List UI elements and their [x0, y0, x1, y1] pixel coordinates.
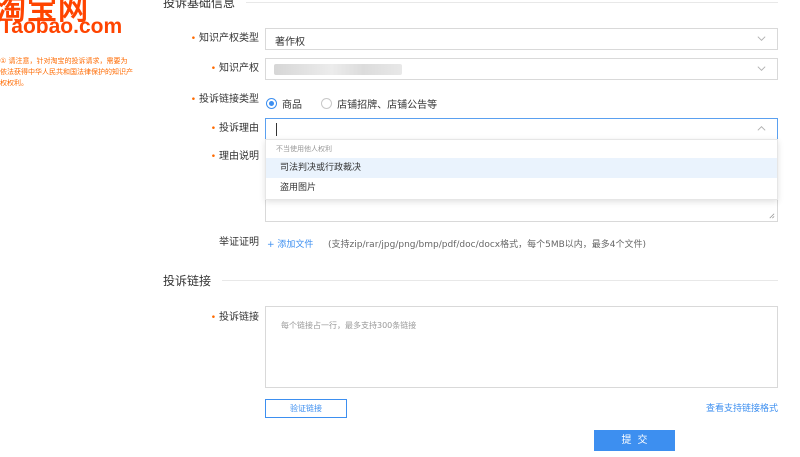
resize-handle-icon[interactable]: [768, 212, 775, 219]
required-mark: •: [210, 64, 216, 74]
verify-links-button[interactable]: 验证链接: [265, 399, 347, 418]
ip-type-value: 著作权: [275, 37, 305, 48]
ip-select[interactable]: [265, 58, 778, 80]
chevron-down-icon: [757, 36, 766, 41]
required-mark: •: [210, 152, 216, 162]
reason-select[interactable]: [265, 118, 778, 140]
view-link-format-link[interactable]: 查看支持链接格式: [706, 401, 778, 414]
dropdown-option-judicial[interactable]: 司法判决或行政裁决: [266, 158, 777, 178]
add-file-link[interactable]: + 添加文件: [267, 237, 313, 250]
ip-type-label: • 知识产权类型: [190, 33, 259, 44]
required-mark: •: [210, 313, 216, 323]
notice-text: ① 请注意，针对淘宝的投诉请求，需要为依法获得中华人民共和国法律保护的知识产权权…: [0, 57, 133, 87]
radio-shop-sign[interactable]: 店铺招牌、店铺公告等: [321, 96, 437, 111]
link-type-radio-group: 商品 店铺招牌、店铺公告等: [266, 93, 451, 111]
section-divider: [222, 280, 778, 281]
radio-goods[interactable]: 商品: [266, 96, 302, 111]
reason-dropdown: 不当使用他人权利 司法判决或行政裁决 盗用图片: [265, 139, 778, 200]
upload-hint: (支持zip/rar/jpg/png/bmp/pdf/doc/docx格式，每个…: [328, 240, 646, 250]
reason-label: • 投诉理由: [210, 123, 259, 134]
chevron-up-icon: [757, 126, 766, 131]
dropdown-group-label: 不当使用他人权利: [276, 145, 332, 153]
section-title-links: 投诉链接: [163, 274, 212, 288]
link-type-label: • 投诉链接类型: [190, 94, 259, 105]
ip-type-select[interactable]: 著作权: [265, 28, 778, 50]
submit-button[interactable]: 提交: [594, 430, 675, 451]
redacted-value: [274, 64, 402, 75]
text-caret: [276, 123, 277, 136]
radio-unchecked-icon: [321, 98, 333, 109]
section-title-basic-info: 投诉基础信息: [163, 0, 236, 10]
required-mark: •: [190, 34, 196, 44]
chevron-down-icon: [757, 66, 766, 71]
radio-checked-icon: [266, 98, 277, 109]
brand-panel: 淘宝网 Taobao.com ① 请注意，针对淘宝的投诉请求，需要为依法获得中华…: [0, 0, 140, 457]
ip-label: • 知识产权: [210, 63, 259, 74]
links-label: • 投诉链接: [210, 312, 259, 323]
dropdown-option-image-theft[interactable]: 盗用图片: [266, 178, 777, 198]
evidence-label: 举证证明: [219, 237, 259, 248]
required-mark: •: [210, 124, 216, 134]
links-textarea[interactable]: 每个链接占一行，最多支持300条链接: [265, 306, 778, 388]
links-placeholder: 每个链接占一行，最多支持300条链接: [281, 321, 417, 330]
taobao-logo-en[interactable]: Taobao.com: [0, 15, 122, 39]
section-divider: [246, 2, 778, 3]
required-mark: •: [190, 95, 196, 105]
explanation-label: • 理由说明: [210, 151, 259, 162]
